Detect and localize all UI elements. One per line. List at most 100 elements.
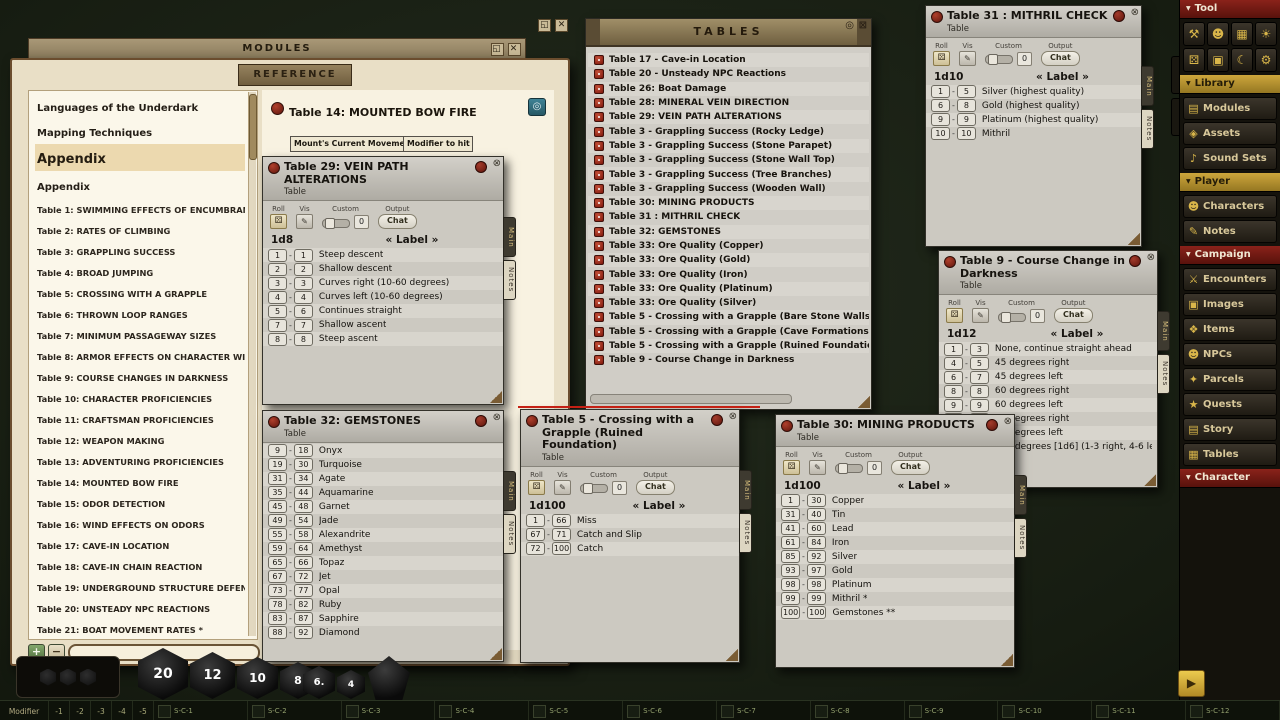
sidebar-item[interactable]: ☻ Characters [1183, 195, 1277, 218]
table-row[interactable]: 77 Shallow ascent [263, 318, 503, 332]
sidebar-section-campaign[interactable]: ▼Campaign [1180, 246, 1280, 265]
sidebar-section-player[interactable]: ▼Player [1180, 173, 1280, 192]
toc-item[interactable]: Table 7: MINIMUM PASSAGEWAY SIZES [35, 323, 245, 344]
close-icon[interactable]: ✕ [555, 19, 568, 32]
table-row[interactable]: 33 Curves right (10-60 degrees) [263, 276, 503, 290]
lock-icon[interactable] [986, 419, 998, 431]
list-item[interactable]: Table 33: Ore Quality (Platinum) [588, 282, 869, 296]
table-row[interactable]: 166 Miss [521, 514, 739, 528]
toc-item[interactable]: Table 5: CROSSING WITH A GRAPPLE [35, 281, 245, 302]
main-tab[interactable]: Main [1157, 311, 1170, 351]
custom-slider[interactable] [580, 484, 608, 493]
sidebar-item[interactable]: ✦ Parcels [1183, 368, 1277, 391]
close-icon[interactable]: ⊗ [1004, 416, 1012, 427]
close-icon[interactable]: ✕ [508, 43, 521, 56]
sidebar-section-tool[interactable]: ▼Tool [1180, 0, 1280, 19]
modifier-dice-stack[interactable] [16, 656, 120, 698]
notes-tab[interactable]: Notes [1014, 518, 1027, 558]
toc-item[interactable]: Table 15: ODOR DETECTION [35, 491, 245, 512]
notes-tab[interactable]: Notes [1157, 354, 1170, 394]
visibility-button[interactable]: ✎ [972, 308, 989, 323]
toc-item[interactable]: Table 8: ARMOR EFFECTS ON CHARACTER WIDT… [35, 344, 245, 365]
resize-grip[interactable] [1144, 474, 1156, 486]
toc-item[interactable]: Table 19: UNDERGROUND STRUCTURE DEFENSIV… [35, 575, 245, 596]
hotkey-slot[interactable]: S-C-12 [1186, 701, 1280, 720]
notes-tab[interactable]: Notes [1141, 109, 1154, 149]
close-icon[interactable]: ⊗ [729, 411, 737, 422]
lock-icon[interactable] [1113, 10, 1125, 22]
window-titlebar[interactable]: Table 30: MINING PRODUCTS Table ⊗ [776, 415, 1014, 447]
table-row[interactable]: 99 60 degrees left [939, 398, 1157, 412]
main-tab[interactable]: Main [503, 471, 516, 511]
table-row[interactable]: 130 Copper [776, 494, 1014, 508]
notes-tab[interactable]: Notes [503, 514, 516, 554]
hotkey-slot[interactable]: S-C-4 [435, 701, 529, 720]
radial-menu-icon[interactable]: ◎ [528, 98, 546, 116]
roll-button[interactable]: ⚄ [933, 51, 950, 66]
lock-icon[interactable] [475, 161, 487, 173]
resize-grip[interactable] [726, 649, 738, 661]
table-row[interactable]: 7377 Opal [263, 584, 503, 598]
table-row[interactable]: 3544 Aquamarine [263, 486, 503, 500]
toc-item[interactable]: Table 22: MOVEMENT FROM A STANDSTILL POS… [35, 638, 245, 640]
custom-value[interactable]: 0 [354, 215, 369, 229]
list-item[interactable]: Table 33: Ore Quality (Copper) [588, 239, 869, 253]
custom-value[interactable]: 0 [867, 461, 882, 475]
tool-button[interactable]: ☾ [1231, 48, 1253, 72]
table-row[interactable]: 4954 Jade [263, 514, 503, 528]
sidebar-item[interactable]: ▣ Images [1183, 293, 1277, 316]
output-chat-button[interactable]: Chat [891, 460, 930, 475]
close-icon[interactable]: ⊗ [1131, 7, 1139, 18]
toc-item[interactable]: Table 12: WEAPON MAKING [35, 428, 245, 449]
list-item[interactable]: Table 32: GEMSTONES [588, 225, 869, 239]
custom-value[interactable]: 0 [1030, 309, 1045, 323]
toc-item[interactable]: Table 3: GRAPPLING SUCCESS [35, 239, 245, 260]
toc-item[interactable]: Table 9: COURSE CHANGES IN DARKNESS [35, 365, 245, 386]
hotkey-slot[interactable]: S-C-10 [998, 701, 1092, 720]
visibility-button[interactable]: ✎ [809, 460, 826, 475]
table-row[interactable]: 3134 Agate [263, 472, 503, 486]
hotkey-slot[interactable]: S-C-11 [1092, 701, 1186, 720]
main-tab[interactable]: Main [503, 217, 516, 257]
custom-slider[interactable] [998, 313, 1026, 322]
horizontal-scrollbar[interactable] [590, 394, 792, 404]
custom-slider[interactable] [985, 55, 1013, 64]
list-item[interactable]: Table 33: Ore Quality (Gold) [588, 253, 869, 267]
hotkey-slot[interactable]: S-C-1 [154, 701, 248, 720]
roll-button[interactable]: ⚄ [946, 308, 963, 323]
main-tab[interactable]: Main [1141, 66, 1154, 106]
table-row[interactable]: 88 60 degrees right [939, 384, 1157, 398]
toc-item[interactable]: Table 20: UNSTEADY NPC REACTIONS [35, 596, 245, 617]
table-row[interactable]: 6772 Jet [263, 570, 503, 584]
table-row[interactable]: 88 Steep ascent [263, 332, 503, 346]
list-item[interactable]: Table 28: MINERAL VEIN DIRECTION [588, 96, 869, 110]
notes-tab[interactable]: Notes [739, 513, 752, 553]
toc-item[interactable]: Table 2: RATES OF CLIMBING [35, 218, 245, 239]
table-row[interactable]: 22 Shallow descent [263, 262, 503, 276]
main-tab[interactable]: Main [1014, 475, 1027, 515]
table-row[interactable]: 9999 Mithril * [776, 592, 1014, 606]
sidebar-item[interactable]: ▦ Tables [1183, 443, 1277, 466]
list-item[interactable]: Table 33: Ore Quality (Silver) [588, 296, 869, 310]
sidebar-item[interactable]: ▤ Story [1183, 418, 1277, 441]
window-titlebar[interactable]: Table 32: GEMSTONES Table ⊗ [263, 411, 503, 443]
toc-scrollbar[interactable] [248, 92, 256, 636]
resize-grip[interactable] [1128, 233, 1140, 245]
toc-item[interactable]: Table 18: CAVE-IN CHAIN REACTION [35, 554, 245, 575]
modifier-slot[interactable]: -3 [91, 701, 112, 720]
tool-button[interactable]: ▣ [1207, 48, 1229, 72]
list-item[interactable]: Table 29: VEIN PATH ALTERATIONS [588, 110, 869, 124]
table-row[interactable]: 9397 Gold [776, 564, 1014, 578]
hotkey-slot[interactable]: S-C-6 [623, 701, 717, 720]
hotkey-slot[interactable]: S-C-3 [342, 701, 436, 720]
output-chat-button[interactable]: Chat [1054, 308, 1093, 323]
output-chat-button[interactable]: Chat [1041, 51, 1080, 66]
window-titlebar[interactable]: Table 31 : MITHRIL CHECK Table ⊗ [926, 6, 1141, 38]
table-row[interactable]: 5558 Alexandrite [263, 528, 503, 542]
table-row[interactable]: 1930 Turquoise [263, 458, 503, 472]
sidebar-item[interactable]: ❖ Items [1183, 318, 1277, 341]
scrollbar-thumb[interactable] [249, 94, 257, 160]
toc-item[interactable]: Table 13: ADVENTURING PROFICIENCIES [35, 449, 245, 470]
toc-item[interactable]: Table 16: WIND EFFECTS ON ODORS [35, 512, 245, 533]
visibility-button[interactable]: ✎ [959, 51, 976, 66]
